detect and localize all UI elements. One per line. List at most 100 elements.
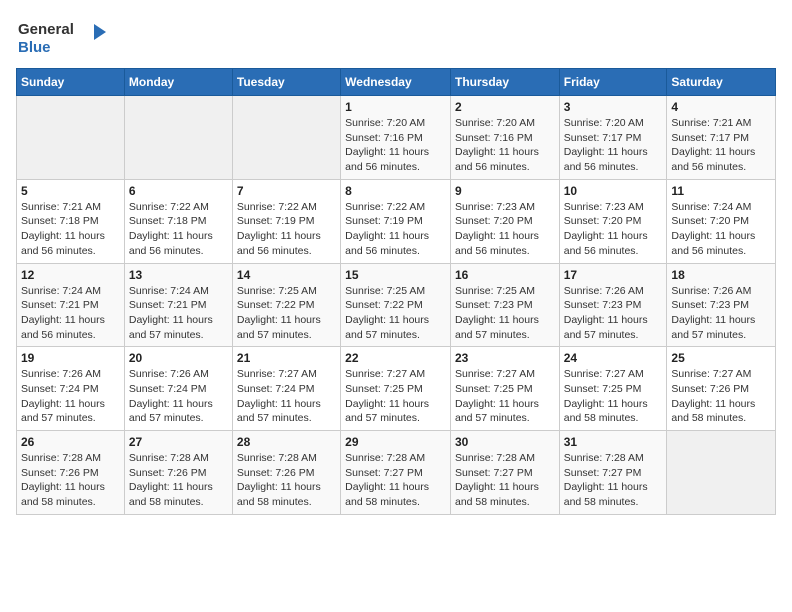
week-row-5: 26 Sunrise: 7:28 AMSunset: 7:26 PMDayligh…: [17, 431, 776, 515]
day-number: 22: [345, 351, 446, 365]
calendar-cell: 21 Sunrise: 7:27 AMSunset: 7:24 PMDayligh…: [232, 347, 340, 431]
day-info: Sunrise: 7:28 AMSunset: 7:26 PMDaylight:…: [129, 451, 228, 510]
day-info: Sunrise: 7:28 AMSunset: 7:27 PMDaylight:…: [564, 451, 663, 510]
day-number: 18: [671, 268, 771, 282]
day-number: 11: [671, 184, 771, 198]
calendar-cell: 5 Sunrise: 7:21 AMSunset: 7:18 PMDaylight…: [17, 179, 125, 263]
logo: General Blue: [16, 16, 106, 58]
page-header: General Blue: [16, 16, 776, 58]
calendar-cell: 14 Sunrise: 7:25 AMSunset: 7:22 PMDayligh…: [232, 263, 340, 347]
day-info: Sunrise: 7:27 AMSunset: 7:25 PMDaylight:…: [564, 367, 663, 426]
day-info: Sunrise: 7:24 AMSunset: 7:21 PMDaylight:…: [21, 284, 120, 343]
calendar-cell: 19 Sunrise: 7:26 AMSunset: 7:24 PMDayligh…: [17, 347, 125, 431]
calendar-cell: [232, 96, 340, 180]
day-number: 20: [129, 351, 228, 365]
day-number: 17: [564, 268, 663, 282]
day-info: Sunrise: 7:20 AMSunset: 7:16 PMDaylight:…: [345, 116, 446, 175]
calendar-cell: 28 Sunrise: 7:28 AMSunset: 7:26 PMDayligh…: [232, 431, 340, 515]
calendar-cell: 18 Sunrise: 7:26 AMSunset: 7:23 PMDayligh…: [667, 263, 776, 347]
day-info: Sunrise: 7:26 AMSunset: 7:24 PMDaylight:…: [21, 367, 120, 426]
calendar-cell: 29 Sunrise: 7:28 AMSunset: 7:27 PMDayligh…: [341, 431, 451, 515]
week-row-4: 19 Sunrise: 7:26 AMSunset: 7:24 PMDayligh…: [17, 347, 776, 431]
calendar-cell: 13Sunrise: 7:24 AMSunset: 7:21 PMDayligh…: [124, 263, 232, 347]
calendar-cell: 24 Sunrise: 7:27 AMSunset: 7:25 PMDayligh…: [559, 347, 667, 431]
day-number: 9: [455, 184, 555, 198]
calendar-cell: 10 Sunrise: 7:23 AMSunset: 7:20 PMDayligh…: [559, 179, 667, 263]
day-info: Sunrise: 7:28 AMSunset: 7:26 PMDaylight:…: [237, 451, 336, 510]
day-number: 5: [21, 184, 120, 198]
day-info: Sunrise: 7:27 AMSunset: 7:25 PMDaylight:…: [455, 367, 555, 426]
day-number: 26: [21, 435, 120, 449]
week-row-3: 12 Sunrise: 7:24 AMSunset: 7:21 PMDayligh…: [17, 263, 776, 347]
day-info: Sunrise: 7:23 AMSunset: 7:20 PMDaylight:…: [455, 200, 555, 259]
day-number: 15: [345, 268, 446, 282]
day-info: Sunrise: 7:23 AMSunset: 7:20 PMDaylight:…: [564, 200, 663, 259]
calendar-table: SundayMondayTuesdayWednesdayThursdayFrid…: [16, 68, 776, 515]
calendar-cell: 15 Sunrise: 7:25 AMSunset: 7:22 PMDayligh…: [341, 263, 451, 347]
day-number: 8: [345, 184, 446, 198]
calendar-cell: 3Sunrise: 7:20 AMSunset: 7:17 PMDaylight…: [559, 96, 667, 180]
calendar-cell: 2 Sunrise: 7:20 AMSunset: 7:16 PMDaylight…: [450, 96, 559, 180]
day-info: Sunrise: 7:24 AMSunset: 7:20 PMDaylight:…: [671, 200, 771, 259]
day-number: 6: [129, 184, 228, 198]
day-number: 7: [237, 184, 336, 198]
day-number: 19: [21, 351, 120, 365]
calendar-cell: 25 Sunrise: 7:27 AMSunset: 7:26 PMDayligh…: [667, 347, 776, 431]
calendar-cell: 31Sunrise: 7:28 AMSunset: 7:27 PMDayligh…: [559, 431, 667, 515]
day-info: Sunrise: 7:28 AMSunset: 7:27 PMDaylight:…: [455, 451, 555, 510]
calendar-cell: [17, 96, 125, 180]
day-number: 13: [129, 268, 228, 282]
calendar-cell: 12 Sunrise: 7:24 AMSunset: 7:21 PMDayligh…: [17, 263, 125, 347]
day-header-monday: Monday: [124, 69, 232, 96]
calendar-cell: 20 Sunrise: 7:26 AMSunset: 7:24 PMDayligh…: [124, 347, 232, 431]
day-info: Sunrise: 7:28 AMSunset: 7:27 PMDaylight:…: [345, 451, 446, 510]
calendar-cell: 1 Sunrise: 7:20 AMSunset: 7:16 PMDaylight…: [341, 96, 451, 180]
calendar-cell: 22 Sunrise: 7:27 AMSunset: 7:25 PMDayligh…: [341, 347, 451, 431]
week-row-2: 5 Sunrise: 7:21 AMSunset: 7:18 PMDaylight…: [17, 179, 776, 263]
day-header-wednesday: Wednesday: [341, 69, 451, 96]
day-info: Sunrise: 7:27 AMSunset: 7:25 PMDaylight:…: [345, 367, 446, 426]
calendar-cell: 9 Sunrise: 7:23 AMSunset: 7:20 PMDaylight…: [450, 179, 559, 263]
logo-svg: General Blue: [16, 16, 106, 58]
calendar-header: SundayMondayTuesdayWednesdayThursdayFrid…: [17, 69, 776, 96]
day-number: 12: [21, 268, 120, 282]
day-number: 21: [237, 351, 336, 365]
day-info: Sunrise: 7:27 AMSunset: 7:26 PMDaylight:…: [671, 367, 771, 426]
day-number: 14: [237, 268, 336, 282]
day-info: Sunrise: 7:21 AMSunset: 7:18 PMDaylight:…: [21, 200, 120, 259]
svg-text:Blue: Blue: [18, 39, 51, 56]
calendar-cell: 27 Sunrise: 7:28 AMSunset: 7:26 PMDayligh…: [124, 431, 232, 515]
calendar-cell: 23 Sunrise: 7:27 AMSunset: 7:25 PMDayligh…: [450, 347, 559, 431]
day-number: 23: [455, 351, 555, 365]
day-number: 30: [455, 435, 555, 449]
day-number: 2: [455, 100, 555, 114]
day-header-thursday: Thursday: [450, 69, 559, 96]
day-number: 25: [671, 351, 771, 365]
day-number: 24: [564, 351, 663, 365]
day-info: Sunrise: 7:25 AMSunset: 7:23 PMDaylight:…: [455, 284, 555, 343]
day-number: 16: [455, 268, 555, 282]
calendar-cell: 17 Sunrise: 7:26 AMSunset: 7:23 PMDayligh…: [559, 263, 667, 347]
calendar-cell: 16 Sunrise: 7:25 AMSunset: 7:23 PMDayligh…: [450, 263, 559, 347]
day-info: Sunrise: 7:22 AMSunset: 7:18 PMDaylight:…: [129, 200, 228, 259]
calendar-cell: 4Sunrise: 7:21 AMSunset: 7:17 PMDaylight…: [667, 96, 776, 180]
day-number: 27: [129, 435, 228, 449]
day-info: Sunrise: 7:20 AMSunset: 7:17 PMDaylight:…: [564, 116, 663, 175]
day-info: Sunrise: 7:27 AMSunset: 7:24 PMDaylight:…: [237, 367, 336, 426]
day-info: Sunrise: 7:26 AMSunset: 7:23 PMDaylight:…: [671, 284, 771, 343]
day-info: Sunrise: 7:20 AMSunset: 7:16 PMDaylight:…: [455, 116, 555, 175]
day-number: 1: [345, 100, 446, 114]
day-info: Sunrise: 7:25 AMSunset: 7:22 PMDaylight:…: [237, 284, 336, 343]
day-info: Sunrise: 7:22 AMSunset: 7:19 PMDaylight:…: [345, 200, 446, 259]
day-info: Sunrise: 7:26 AMSunset: 7:23 PMDaylight:…: [564, 284, 663, 343]
day-number: 10: [564, 184, 663, 198]
day-number: 29: [345, 435, 446, 449]
day-info: Sunrise: 7:25 AMSunset: 7:22 PMDaylight:…: [345, 284, 446, 343]
day-number: 28: [237, 435, 336, 449]
week-row-1: 1 Sunrise: 7:20 AMSunset: 7:16 PMDaylight…: [17, 96, 776, 180]
calendar-cell: [124, 96, 232, 180]
calendar-cell: [667, 431, 776, 515]
calendar-cell: 6 Sunrise: 7:22 AMSunset: 7:18 PMDaylight…: [124, 179, 232, 263]
day-header-friday: Friday: [559, 69, 667, 96]
day-info: Sunrise: 7:26 AMSunset: 7:24 PMDaylight:…: [129, 367, 228, 426]
